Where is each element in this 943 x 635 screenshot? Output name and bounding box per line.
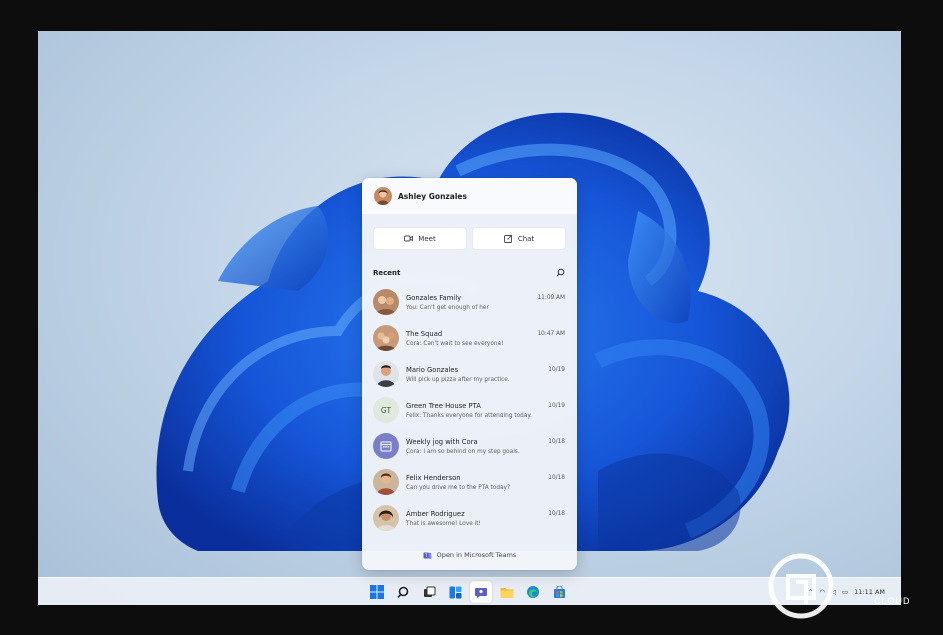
widgets-icon	[449, 586, 461, 598]
chat-name: Mario Gonzales	[406, 365, 459, 374]
store-icon	[553, 585, 565, 598]
chat-preview: Cora: I am so behind on my step goals.	[406, 448, 520, 455]
task-view-icon	[423, 586, 435, 597]
chat-time: 10/18	[548, 474, 565, 481]
chat-name: Green Tree House PTA	[406, 401, 481, 410]
chat-name: Gonzales Family	[406, 293, 462, 302]
chat-item[interactable]: GT Green Tree House PTA 10/19 Felix: Tha…	[362, 392, 577, 428]
folder-icon	[500, 587, 514, 598]
chat-item[interactable]: Weekly jog with Cora 10/18 Cora: I am so…	[362, 428, 577, 464]
taskbar-icons	[366, 581, 570, 603]
chat-item[interactable]: Mario Gonzales 10/19 Will pick up pizza …	[362, 356, 577, 392]
action-buttons: Meet Chat	[362, 215, 577, 250]
chat-item[interactable]: Gonzales Family 11:09 AM You: Can't get …	[362, 284, 577, 320]
search-button[interactable]	[392, 581, 414, 603]
widgets-button[interactable]	[444, 581, 466, 603]
chat-avatar-calendar	[373, 433, 399, 459]
recent-label: Recent	[373, 268, 401, 277]
chat-preview: Will pick up pizza after my practice.	[406, 376, 510, 383]
chat-item[interactable]: Amber Rodriguez 10/18 That is awesome! L…	[362, 500, 577, 536]
meet-button[interactable]: Meet	[373, 227, 467, 250]
chat-label: Chat	[517, 234, 535, 243]
chat-time: 10/18	[548, 438, 565, 445]
chat-time: 10/18	[548, 510, 565, 517]
flyout-header: Ashley Gonzales	[362, 178, 577, 215]
chat-time: 10:47 AM	[537, 330, 565, 337]
edge-icon	[527, 586, 539, 598]
chat-name: Felix Henderson	[406, 473, 461, 482]
windows-logo-icon	[370, 585, 384, 599]
task-view-button[interactable]	[418, 581, 440, 603]
store-button[interactable]	[548, 581, 570, 603]
chat-avatar-photo	[373, 325, 399, 351]
chat-preview: Can you drive me to the PTA today?	[406, 484, 511, 491]
chat-avatar-initials: GT	[373, 397, 399, 423]
chat-avatar-photo	[373, 289, 399, 315]
svg-text:T: T	[424, 553, 428, 558]
search-icon	[396, 586, 408, 598]
file-explorer-button[interactable]	[496, 581, 518, 603]
chat-time: 11:09 AM	[537, 294, 565, 301]
meet-label: Meet	[418, 234, 436, 243]
desktop: ⌃ ◠ ◁ ▭ 11:11 AM Ashley Gonzales Meet Ch…	[38, 31, 901, 605]
edge-button[interactable]	[522, 581, 544, 603]
compose-icon	[503, 234, 513, 243]
chat-item[interactable]: The Squad 10:47 AM Cora: Can't wait to s…	[362, 320, 577, 356]
teams-icon: T	[423, 552, 432, 559]
start-button[interactable]	[366, 581, 388, 603]
chat-avatar-photo	[373, 505, 399, 531]
chat-avatar-photo	[373, 361, 399, 387]
chat-name: Amber Rodriguez	[406, 509, 465, 518]
user-avatar[interactable]	[374, 187, 392, 205]
teams-chat-icon	[475, 588, 487, 598]
chat-item[interactable]: Felix Henderson 10/18 Can you drive me t…	[362, 464, 577, 500]
chat-avatar-photo	[373, 469, 399, 495]
watermark-logo: CLOUD	[768, 553, 911, 619]
video-camera-icon	[404, 235, 414, 242]
recent-header: Recent	[362, 250, 577, 280]
user-name: Ashley Gonzales	[398, 191, 467, 201]
search-icon[interactable]	[556, 268, 565, 277]
watermark-text: CLOUD	[874, 596, 911, 606]
chat-list: Gonzales Family 11:09 AM You: Can't get …	[362, 280, 577, 536]
chat-preview: Felix: Thanks everyone for attending tod…	[406, 412, 532, 419]
avatar-initials: GT	[380, 405, 392, 415]
chat-button[interactable]: Chat	[472, 227, 566, 250]
teams-chat-button[interactable]	[470, 581, 492, 603]
chat-time: 10/19	[548, 402, 565, 409]
open-in-teams-link[interactable]: T Open in Microsoft Teams	[362, 540, 577, 570]
open-in-teams-label: Open in Microsoft Teams	[436, 551, 517, 559]
chat-flyout: Ashley Gonzales Meet Chat Recent Gonzale…	[362, 178, 577, 570]
chat-name: The Squad	[406, 329, 443, 338]
calendar-icon	[380, 441, 392, 452]
chat-name: Weekly jog with Cora	[406, 437, 478, 446]
chat-preview: That is awesome! Love it!	[406, 520, 481, 527]
chat-preview: Cora: Can't wait to see everyone!	[406, 340, 504, 347]
chat-time: 10/19	[548, 366, 565, 373]
chat-preview: You: Can't get enough of her	[406, 304, 489, 311]
